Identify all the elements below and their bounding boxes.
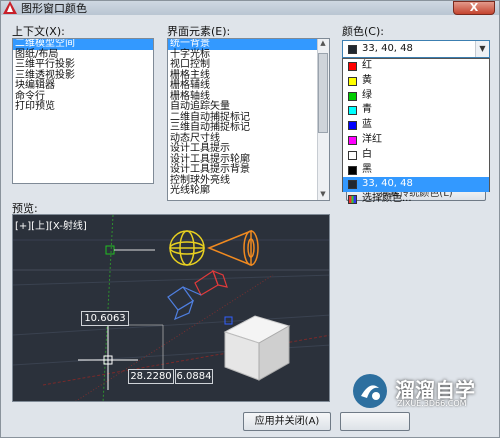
color-swatch: [348, 76, 357, 86]
window-title: 图形窗口颜色: [21, 2, 87, 15]
color-label: 颜色(C):: [342, 25, 384, 38]
color-option[interactable]: 黑: [343, 163, 489, 178]
context-label: 上下文(X):: [12, 25, 65, 38]
context-listbox[interactable]: 二维模型空间 图纸/布局 三维平行投影 三维透视投影 块编辑器 命令行 打印预览: [12, 38, 154, 184]
color-option-label: 黑: [362, 163, 372, 175]
chevron-down-icon[interactable]: ▼: [475, 41, 489, 57]
color-option-label: 选择颜色...: [362, 193, 412, 205]
color-option[interactable]: 选择颜色...: [343, 192, 489, 207]
color-option-label: 蓝: [362, 119, 372, 131]
color-combobox[interactable]: 33, 40, 48 ▼: [342, 40, 490, 58]
interface-element-list-item[interactable]: 光线轮廓: [168, 185, 329, 197]
color-swatch: [348, 91, 357, 101]
color-swatch: [348, 121, 357, 131]
interface-element-list-item[interactable]: 统一背景: [168, 39, 329, 50]
watermark-logo-icon: [353, 374, 387, 408]
dynamic-dimension-2: 28.2280: [128, 369, 174, 384]
scroll-thumb[interactable]: [318, 53, 328, 133]
color-option[interactable]: 黄: [343, 74, 489, 89]
color-option[interactable]: 绿: [343, 89, 489, 104]
scroll-up-icon[interactable]: ▲: [318, 39, 328, 49]
color-combobox-value: 33, 40, 48: [362, 43, 413, 54]
cancel-button[interactable]: [340, 412, 410, 431]
preview-viewport: [+][上][X-射线] 10.6063 28.2280 6.0884: [12, 214, 330, 402]
interface-element-list-item[interactable]: 自动追踪矢量: [168, 101, 329, 113]
watermark-url: ZIXUE.3D66.COM: [397, 399, 467, 408]
title-bar: 图形窗口颜色 X: [1, 1, 499, 15]
graphics-window-color-dialog: 图形窗口颜色 X 上下文(X): 二维模型空间 图纸/布局 三维平行投影 三维透视投影…: [0, 0, 500, 438]
camera-glyph-red: [194, 269, 228, 296]
interface-scrollbar[interactable]: ▲ ▼: [317, 39, 329, 200]
color-option[interactable]: 洋红: [343, 133, 489, 148]
camera-glyph-blue: [167, 286, 202, 321]
color-option-label: 青: [362, 104, 372, 116]
color-option-label: 33, 40, 48: [362, 178, 413, 190]
interface-element-listbox[interactable]: 统一背景 十字光标 视口控制 栅格主线 栅格辅线 栅格轴线 自动追踪矢量 二维自动捕捉标记 三维…: [167, 38, 330, 201]
viewport-label: [+][上][X-射线]: [15, 221, 87, 232]
color-option-label: 洋红: [362, 133, 382, 145]
color-option[interactable]: 红: [343, 59, 489, 74]
color-option-label: 绿: [362, 89, 372, 101]
autocad-logo-icon: [3, 1, 17, 14]
color-option[interactable]: 青: [343, 103, 489, 118]
color-swatch: [348, 106, 357, 116]
color-option[interactable]: 白: [343, 148, 489, 163]
color-swatch: [348, 150, 357, 160]
scroll-down-icon[interactable]: ▼: [318, 190, 328, 200]
interface-element-list-item[interactable]: 设计工具提示背景: [168, 164, 329, 176]
color-swatch: [348, 180, 357, 190]
apply-and-close-button[interactable]: 应用并关闭(A): [243, 412, 331, 431]
color-dropdown-list[interactable]: 红黄绿青蓝洋红白黑 33, 40, 48 选择颜色...: [342, 58, 490, 205]
ucs-origin-marker: [105, 245, 115, 255]
color-swatch: [348, 195, 357, 205]
context-list-item[interactable]: 三维平行投影: [13, 59, 153, 71]
color-option[interactable]: 33, 40, 48: [343, 177, 489, 193]
color-option[interactable]: 蓝: [343, 118, 489, 133]
dynamic-dimension-3: 6.0884: [175, 369, 213, 384]
color-option-label: 黄: [362, 74, 372, 86]
color-option-label: 白: [362, 148, 372, 160]
interface-element-list-item[interactable]: 栅格辅线: [168, 80, 329, 92]
context-list-item[interactable]: 打印预览: [13, 101, 153, 113]
color-swatch: [348, 62, 357, 71]
context-list-item[interactable]: 二维模型空间: [13, 39, 153, 50]
interface-element-list-item[interactable]: 视口控制: [168, 59, 329, 71]
spotlight-glyph: [207, 229, 259, 267]
context-list-item[interactable]: 块编辑器: [13, 80, 153, 92]
light-sphere-glyph: [169, 230, 205, 266]
interface-element-list-item[interactable]: 三维自动捕捉标记: [168, 122, 329, 134]
interface-element-list-item[interactable]: 设计工具提示: [168, 143, 329, 155]
color-swatch: [348, 45, 357, 54]
dynamic-dimension-1: 10.6063: [81, 311, 129, 326]
color-option-label: 红: [362, 60, 372, 71]
close-button[interactable]: X: [453, 1, 495, 15]
color-swatch: [348, 135, 357, 145]
preview-cube: [223, 315, 291, 381]
color-swatch: [348, 165, 357, 175]
interface-element-label: 界面元素(E):: [167, 25, 231, 38]
